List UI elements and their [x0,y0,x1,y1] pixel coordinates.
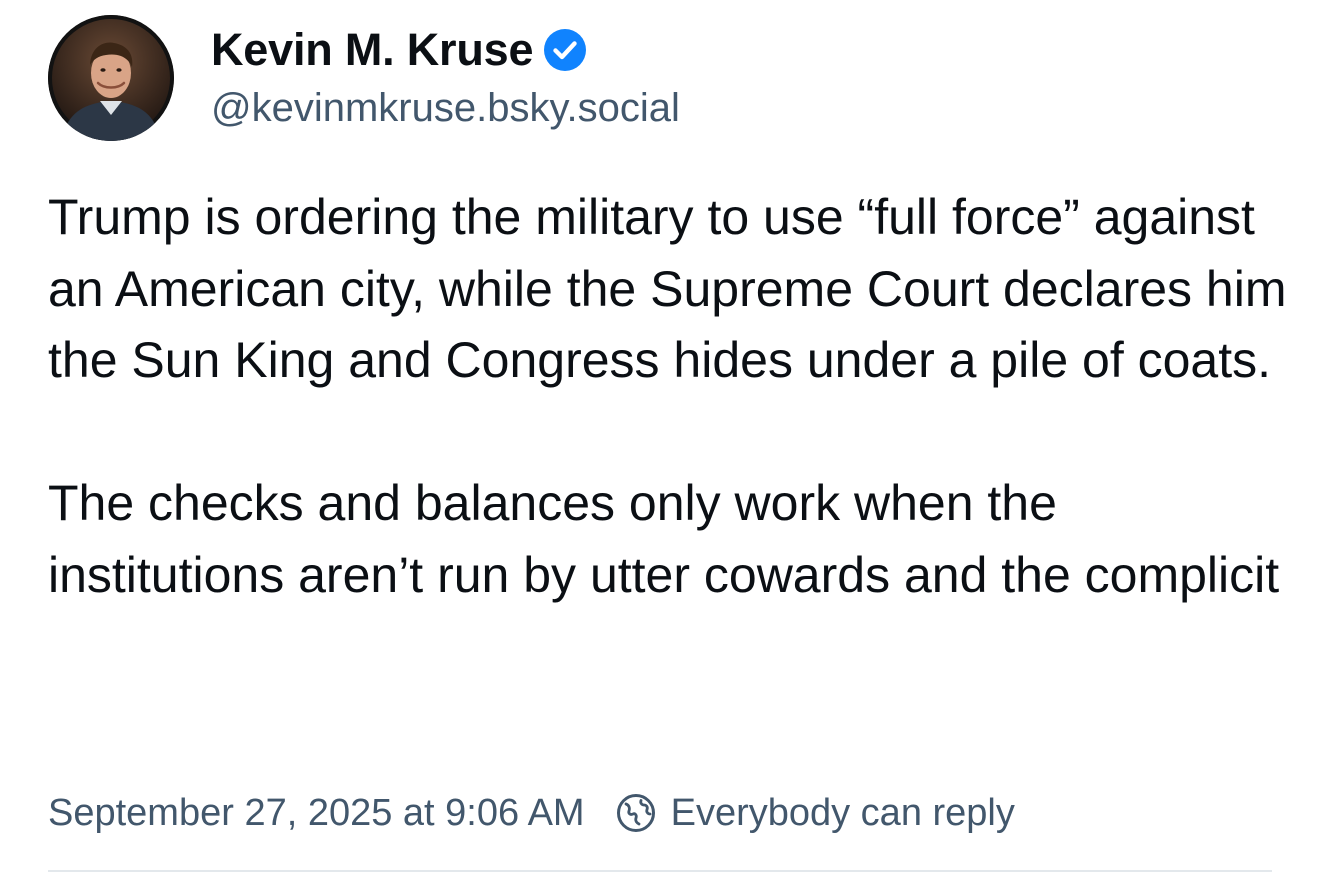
post-paragraph: Trump is ordering the military to use “f… [48,189,1301,388]
post-text: Trump is ordering the military to use “f… [48,182,1298,611]
reply-setting[interactable]: Everybody can reply [615,792,1015,835]
globe-icon [615,792,657,834]
post: Kevin M. Kruse @kevinmkruse.bsky.social … [0,0,1320,873]
avatar-image [48,15,174,141]
avatar[interactable] [48,15,174,141]
divider [48,870,1272,872]
author-handle[interactable]: @kevinmkruse.bsky.social [211,86,680,131]
author-display-name[interactable]: Kevin M. Kruse [211,24,533,76]
post-meta: September 27, 2025 at 9:06 AM Everybody … [48,786,1015,840]
verified-badge-icon[interactable] [543,28,587,72]
post-timestamp[interactable]: September 27, 2025 at 9:06 AM [48,792,585,835]
post-paragraph: The checks and balances only work when t… [48,475,1280,603]
reply-setting-label: Everybody can reply [670,791,1015,834]
author-name-row[interactable]: Kevin M. Kruse [211,22,587,78]
